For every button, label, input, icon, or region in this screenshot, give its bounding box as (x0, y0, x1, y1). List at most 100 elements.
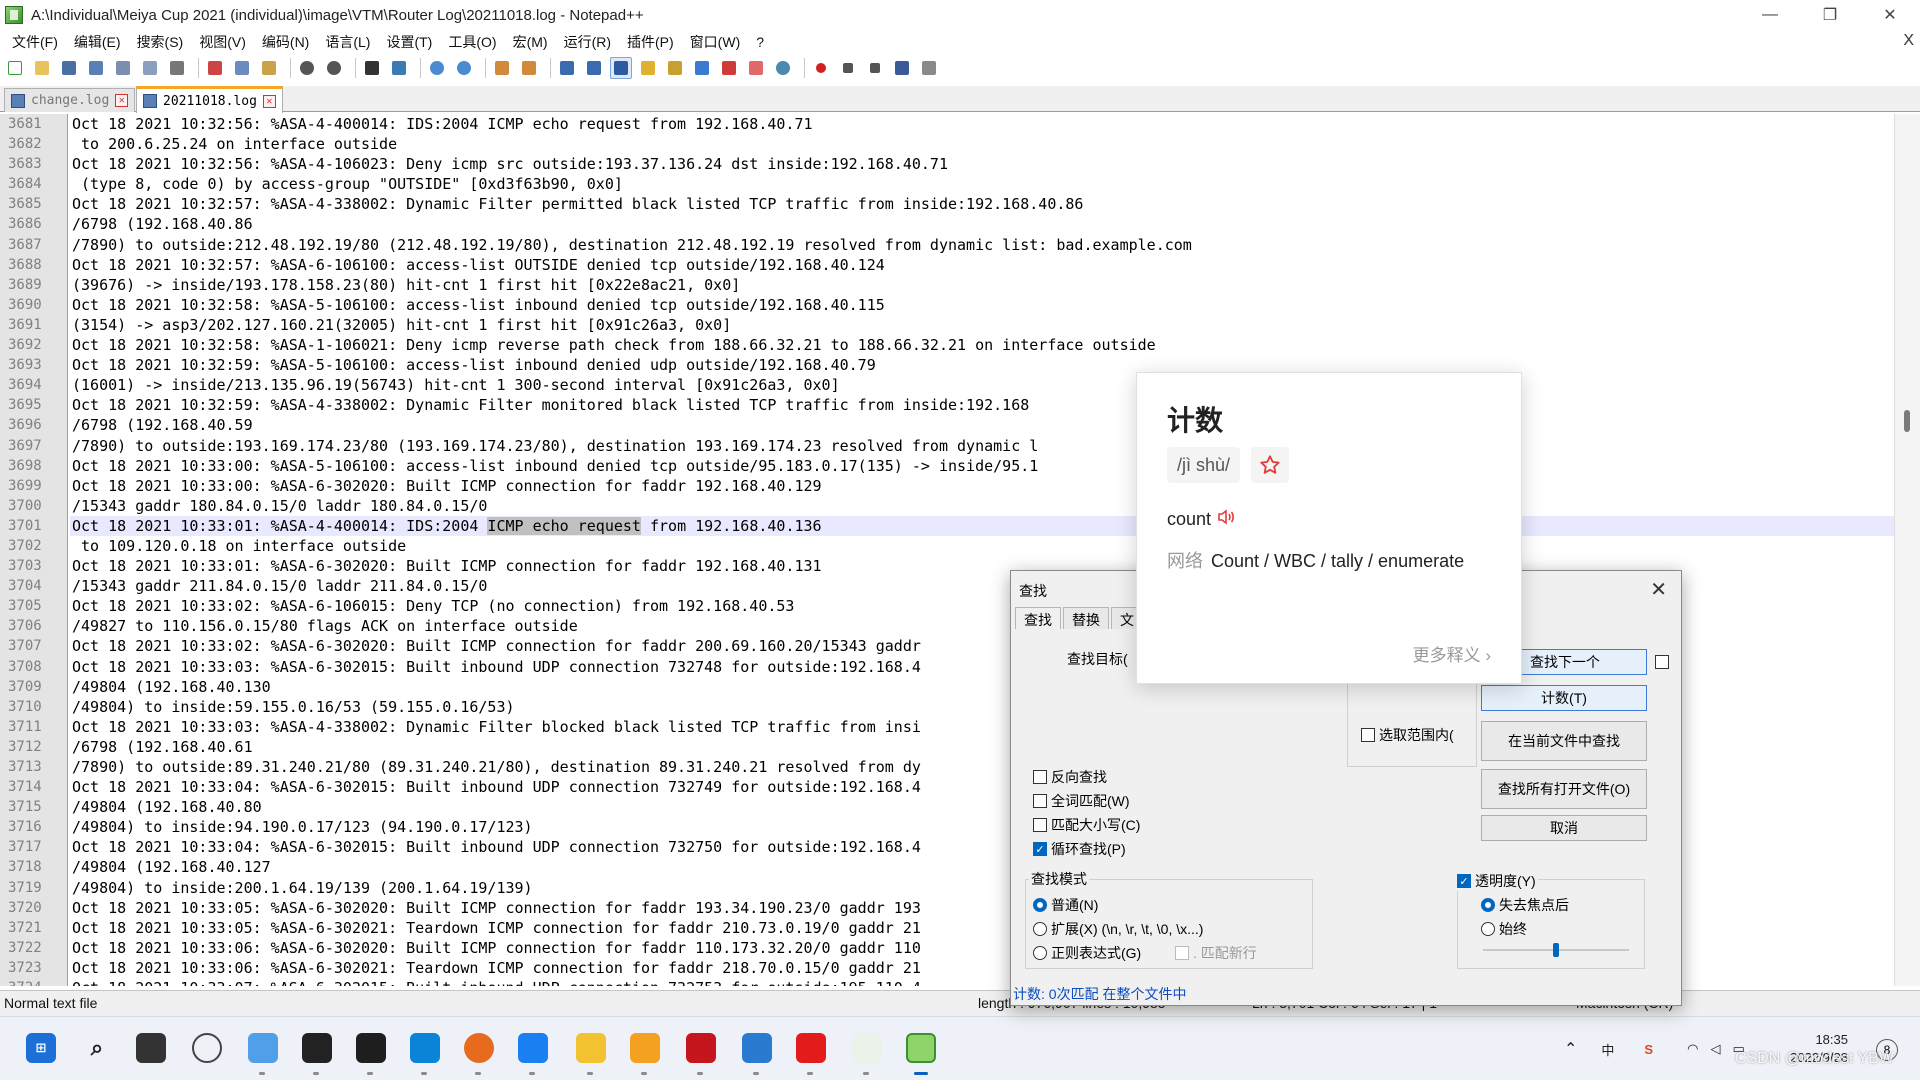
close-file-icon[interactable] (112, 57, 134, 79)
app-icon-5[interactable] (630, 1033, 660, 1063)
close-all-icon[interactable] (139, 57, 161, 79)
save-macro-icon[interactable] (918, 57, 940, 79)
word-wrap-icon[interactable] (556, 57, 578, 79)
menu-help[interactable]: ? (748, 34, 772, 50)
new-file-icon[interactable] (4, 57, 26, 79)
youdao-icon[interactable] (796, 1033, 826, 1063)
code-line[interactable]: to 109.120.0.18 on interface outside (70, 536, 1894, 556)
cancel-button[interactable]: 取消 (1481, 815, 1647, 841)
monitoring-icon[interactable] (772, 57, 794, 79)
code-line[interactable]: Oct 18 2021 10:32:57: %ASA-4-338002: Dyn… (70, 194, 1894, 214)
widgets-icon[interactable] (248, 1033, 278, 1063)
tab-find[interactable]: 查找 (1015, 607, 1061, 629)
code-line[interactable]: Oct 18 2021 10:32:57: %ASA-6-106100: acc… (70, 255, 1894, 275)
code-line[interactable]: /7890) to outside:212.48.192.19/80 (212.… (70, 235, 1894, 255)
volume-icon[interactable]: ◁ (1710, 1041, 1720, 1057)
record-macro-icon[interactable] (810, 57, 832, 79)
scrollbar-thumb[interactable] (1904, 410, 1910, 432)
code-line[interactable]: (3154) -> asp3/202.127.160.21(32005) hit… (70, 315, 1894, 335)
close-document-button[interactable]: X (1903, 32, 1914, 50)
menu-settings[interactable]: 设置(T) (378, 32, 440, 52)
code-line[interactable]: (type 8, code 0) by access-group "OUTSID… (70, 174, 1894, 194)
menu-edit[interactable]: 编辑(E) (66, 32, 129, 52)
zoom-in-icon[interactable] (426, 57, 448, 79)
save-icon[interactable] (58, 57, 80, 79)
app-icon-6[interactable] (686, 1033, 716, 1063)
print-icon[interactable] (166, 57, 188, 79)
find-icon[interactable] (361, 57, 383, 79)
trans-always-radio[interactable]: 始终 (1481, 919, 1527, 939)
wrap-around-checkbox[interactable]: ✓ 循环查找(P) (1033, 839, 1126, 859)
match-case-checkbox[interactable]: 匹配大小写(C) (1033, 815, 1140, 835)
mode-regex-radio[interactable]: 正则表达式(G) (1033, 943, 1141, 963)
mode-extended-radio[interactable]: 扩展(X) (\n, \r, \t, \0, \x...) (1033, 919, 1203, 939)
tab-change-log[interactable]: change.log ✕ (4, 88, 136, 112)
wifi-icon[interactable]: ◠ (1687, 1041, 1698, 1057)
redo-icon[interactable] (323, 57, 345, 79)
undo-icon[interactable] (296, 57, 318, 79)
sync-vertical-icon[interactable] (491, 57, 513, 79)
menu-macro[interactable]: 宏(M) (505, 32, 556, 52)
cut-icon[interactable] (204, 57, 226, 79)
code-line[interactable]: Oct 18 2021 10:32:58: %ASA-5-106100: acc… (70, 295, 1894, 315)
mode-normal-radio[interactable]: 普通(N) (1033, 895, 1098, 915)
folder-workspace-icon[interactable] (745, 57, 767, 79)
find-dialog-close-icon[interactable]: ✕ (1650, 577, 1667, 602)
paste-icon[interactable] (258, 57, 280, 79)
find-all-in-open-files-button[interactable]: 查找所有打开文件(O) (1481, 769, 1647, 809)
vertical-scrollbar[interactable] (1894, 114, 1920, 986)
doc-list-icon[interactable] (691, 57, 713, 79)
tab-20211018-log[interactable]: 20211018.log ✕ (136, 86, 283, 113)
app-icon-4[interactable] (518, 1033, 548, 1063)
save-all-icon[interactable] (85, 57, 107, 79)
transparency-slider-thumb[interactable] (1553, 943, 1559, 957)
firefox-icon[interactable] (464, 1033, 494, 1063)
show-all-chars-icon[interactable] (583, 57, 605, 79)
code-line[interactable]: (16001) -> inside/213.135.96.19(56743) h… (70, 375, 1894, 395)
zoom-out-icon[interactable] (453, 57, 475, 79)
backward-checkbox[interactable]: 反向查找 (1033, 767, 1107, 787)
replace-icon[interactable] (388, 57, 410, 79)
menu-file[interactable]: 文件(F) (4, 32, 66, 52)
app-icon-2[interactable] (356, 1033, 386, 1063)
code-line[interactable]: Oct 18 2021 10:33:01: %ASA-4-400014: IDS… (70, 515, 1894, 536)
start-icon[interactable]: ⊞ (26, 1033, 56, 1063)
sync-horizontal-icon[interactable] (518, 57, 540, 79)
chevron-up-icon[interactable]: ⌃ (1564, 1039, 1577, 1059)
close-window-button[interactable]: ✕ (1860, 0, 1920, 30)
indent-guide-icon[interactable] (610, 57, 632, 79)
app-icon-1[interactable] (302, 1033, 332, 1063)
code-line[interactable]: Oct 18 2021 10:33:00: %ASA-5-106100: acc… (70, 456, 1894, 476)
lang-define-icon[interactable] (637, 57, 659, 79)
code-line[interactable]: (39676) -> inside/193.178.158.23(80) hit… (70, 275, 1894, 295)
code-line[interactable]: /15343 gaddr 180.84.0.15/0 laddr 180.84.… (70, 496, 1894, 516)
doc-map-icon[interactable] (664, 57, 686, 79)
trans-lose-focus-radio[interactable]: 失去焦点后 (1481, 895, 1569, 915)
run-macro-multiple-icon[interactable] (891, 57, 913, 79)
speaker-icon[interactable] (1217, 509, 1235, 530)
dot-matches-newline-checkbox[interactable]: . 匹配新行 (1175, 943, 1257, 963)
code-line[interactable]: Oct 18 2021 10:32:59: %ASA-5-106100: acc… (70, 355, 1894, 375)
open-file-icon[interactable] (31, 57, 53, 79)
menu-tools[interactable]: 工具(O) (440, 32, 504, 52)
menu-language[interactable]: 语言(L) (317, 32, 378, 52)
maximize-button[interactable]: ❐ (1800, 0, 1860, 30)
find-all-in-current-button[interactable]: 在当前文件中查找 (1481, 721, 1647, 761)
menu-view[interactable]: 视图(V) (191, 32, 254, 52)
search-icon[interactable]: ⌕ (82, 1033, 112, 1063)
in-selection-checkbox[interactable]: 选取范围内( (1361, 725, 1454, 745)
ime-tray-icon[interactable]: 中 (1601, 1040, 1614, 1059)
menu-encoding[interactable]: 编码(N) (254, 32, 317, 52)
copy-icon[interactable] (231, 57, 253, 79)
function-list-icon[interactable] (718, 57, 740, 79)
play-macro-icon[interactable] (864, 57, 886, 79)
sogou-icon[interactable]: S (1644, 1042, 1653, 1057)
code-line[interactable]: Oct 18 2021 10:32:59: %ASA-4-338002: Dyn… (70, 395, 1894, 415)
file-explorer-icon[interactable] (576, 1033, 606, 1063)
code-line[interactable]: Oct 18 2021 10:33:00: %ASA-6-302020: Bui… (70, 476, 1894, 496)
code-line[interactable]: /7890) to outside:193.169.174.23/80 (193… (70, 436, 1894, 456)
app-icon-7[interactable] (742, 1033, 772, 1063)
count-button[interactable]: 计数(T) (1481, 685, 1647, 711)
tab-close-icon[interactable]: ✕ (115, 94, 129, 107)
stop-macro-icon[interactable] (837, 57, 859, 79)
